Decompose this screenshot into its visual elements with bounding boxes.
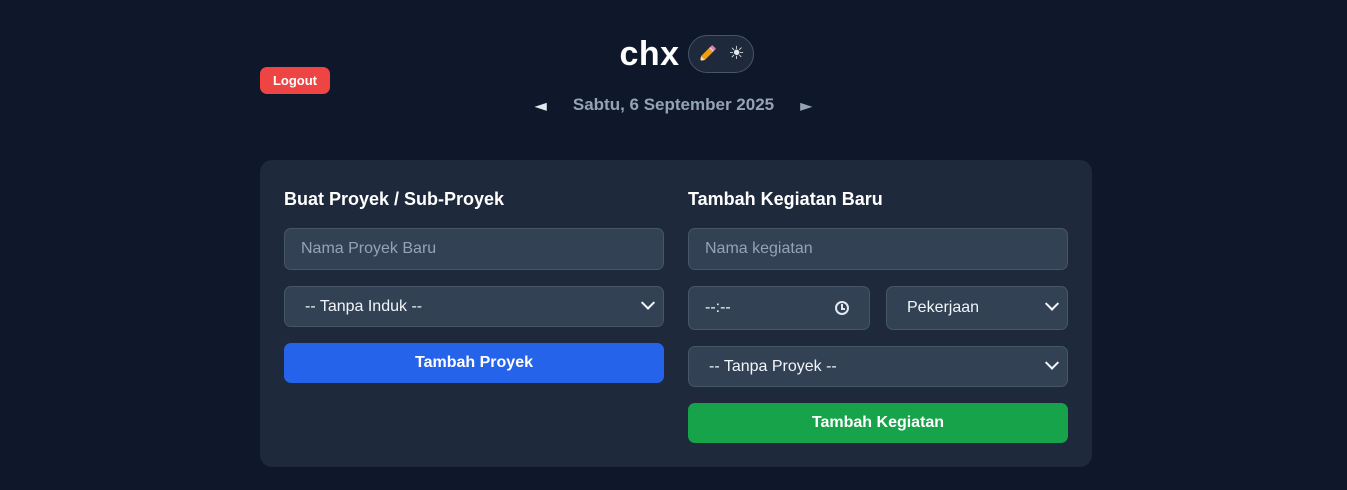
activity-name-input[interactable] [688,228,1068,270]
add-activity-button[interactable]: Tambah Kegiatan [688,403,1068,443]
clock-icon[interactable] [835,301,849,315]
project-form-title: Buat Proyek / Sub-Proyek [284,189,505,209]
activity-category-select[interactable]: Pekerjaan [886,286,1068,330]
sun-icon[interactable]: ☀ [728,45,744,63]
pencil-icon[interactable] [696,43,718,65]
activity-time-value: --:-- [705,299,731,316]
current-date: Sabtu, 6 September 2025 [572,95,775,114]
next-day-icon[interactable]: ► [800,96,812,115]
app-title: chx [619,34,680,73]
project-name-input[interactable] [284,228,664,270]
chevron-down-icon [640,295,656,310]
chevron-down-icon [1044,296,1060,311]
add-project-button[interactable]: Tambah Proyek [284,343,664,383]
activity-form-title: Tambah Kegiatan Baru [688,189,883,209]
chevron-down-icon [1044,355,1060,370]
activity-time-input[interactable]: --:-- [688,286,870,330]
forms-card: Buat Proyek / Sub-Proyek -- Tanpa Induk … [260,160,1092,467]
parent-project-select-value: -- Tanpa Induk -- [305,297,423,315]
previous-day-icon[interactable]: ◄ [535,96,547,115]
date-navigator: ◄ Sabtu, 6 September 2025 ► [0,92,1347,118]
page: Logout chx ☀ ◄ Sabtu, 6 September 2025 ►… [0,0,1347,490]
activity-project-select[interactable]: -- Tanpa Proyek -- [688,346,1068,387]
title-row: chx ☀ [0,33,1347,75]
title-tools: ☀ [687,35,754,73]
parent-project-select[interactable]: -- Tanpa Induk -- [284,286,664,327]
activity-category-select-value: Pekerjaan [907,299,980,316]
activity-project-select-value: -- Tanpa Proyek -- [709,357,837,375]
